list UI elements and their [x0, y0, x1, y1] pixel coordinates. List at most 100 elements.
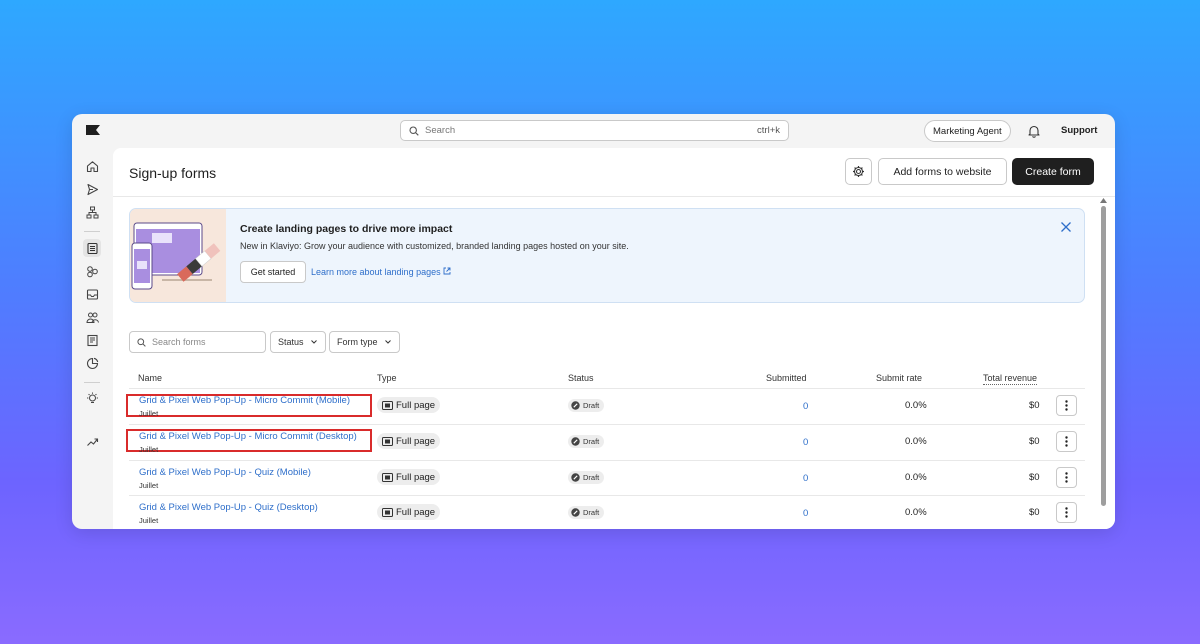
status-label: Draft	[583, 473, 600, 482]
draft-icon	[571, 401, 580, 410]
form-subtext: Juillet	[139, 445, 159, 454]
ideas-icon[interactable]	[83, 389, 101, 407]
table-row[interactable]: Grid & Pixel Web Pop-Up - Quiz (Mobile) …	[113, 460, 1115, 496]
learn-more-label: Learn more about landing pages	[311, 267, 441, 277]
scroll-up-arrow-icon[interactable]	[1100, 198, 1107, 203]
learn-more-link[interactable]: Learn more about landing pages	[311, 267, 451, 277]
full-page-icon	[382, 507, 393, 517]
forms-icon[interactable]	[83, 239, 101, 257]
banner-subtitle: New in Klaviyo: Grow your audience with …	[240, 241, 629, 251]
row-actions-button[interactable]	[1056, 467, 1077, 488]
form-subtext: Juillet	[139, 516, 159, 525]
analytics-icon[interactable]	[83, 354, 101, 372]
search-placeholder: Search	[425, 125, 456, 136]
total-revenue-value: $0	[1029, 472, 1040, 483]
search-shortcut: ctrl+k	[757, 125, 780, 136]
submit-rate-value: 0.0%	[905, 507, 927, 518]
status-badge: Draft	[568, 399, 605, 412]
search-icon	[137, 337, 146, 347]
sidebar-divider	[84, 231, 100, 232]
form-subtext: Juillet	[139, 481, 159, 490]
add-forms-to-website-button[interactable]: Add forms to website	[878, 158, 1007, 185]
create-form-button[interactable]: Create form	[1012, 158, 1094, 185]
send-icon[interactable]	[83, 180, 101, 198]
total-revenue-value: $0	[1029, 400, 1040, 411]
inbox-icon[interactable]	[83, 285, 101, 303]
form-name-link[interactable]: Grid & Pixel Web Pop-Up - Micro Commit (…	[139, 431, 357, 442]
status-badge: Draft	[568, 435, 605, 448]
form-name-link[interactable]: Grid & Pixel Web Pop-Up - Quiz (Desktop)	[139, 502, 318, 513]
more-vertical-icon	[1065, 436, 1068, 447]
full-page-icon	[382, 436, 393, 446]
row-actions-button[interactable]	[1056, 395, 1077, 416]
status-badge: Draft	[568, 506, 605, 519]
column-header-submit-rate[interactable]: Submit rate	[876, 373, 922, 383]
vertical-scrollbar[interactable]	[1101, 206, 1106, 506]
banner-title: Create landing pages to drive more impac…	[240, 223, 453, 235]
form-type-filter-dropdown[interactable]: Form type	[329, 331, 400, 353]
more-vertical-icon	[1065, 472, 1068, 483]
trend-icon[interactable]	[83, 432, 101, 450]
column-header-name[interactable]: Name	[138, 373, 162, 383]
form-subtext: Juillet	[139, 409, 159, 418]
sidebar	[72, 148, 112, 529]
home-icon[interactable]	[83, 157, 101, 175]
submitted-count[interactable]: 0	[803, 401, 808, 412]
column-header-type: Type	[377, 373, 397, 383]
search-forms-input[interactable]: Search forms	[129, 331, 266, 353]
flow-icon[interactable]	[83, 203, 101, 221]
row-actions-button[interactable]	[1056, 431, 1077, 452]
global-search-input[interactable]: Search ctrl+k	[400, 120, 789, 141]
support-link[interactable]: Support	[1061, 125, 1097, 136]
submitted-count[interactable]: 0	[803, 437, 808, 448]
full-page-icon	[382, 472, 393, 482]
table-row[interactable]: Grid & Pixel Web Pop-Up - Micro Commit (…	[113, 424, 1115, 460]
get-started-button[interactable]: Get started	[240, 261, 306, 283]
marketing-agent-button[interactable]: Marketing Agent	[924, 120, 1011, 142]
status-filter-label: Status	[278, 337, 304, 347]
draft-icon	[571, 473, 580, 482]
total-revenue-value: $0	[1029, 507, 1040, 518]
close-icon[interactable]	[1060, 221, 1072, 233]
total-revenue-value: $0	[1029, 436, 1040, 447]
settings-button[interactable]	[845, 158, 872, 185]
status-badge: Draft	[568, 471, 605, 484]
more-vertical-icon	[1065, 507, 1068, 518]
form-type-label: Full page	[396, 506, 436, 518]
status-label: Draft	[583, 437, 600, 446]
submitted-count[interactable]: 0	[803, 508, 808, 519]
submit-rate-value: 0.0%	[905, 436, 927, 447]
search-forms-placeholder: Search forms	[152, 337, 206, 347]
form-type-filter-label: Form type	[337, 337, 378, 347]
landing-page-illustration	[130, 209, 226, 302]
column-header-submitted[interactable]: Submitted	[766, 373, 807, 383]
notification-bell-icon[interactable]	[1027, 124, 1041, 138]
app-window: Search ctrl+k Marketing Agent Support Si…	[72, 114, 1115, 529]
main-panel: Sign-up forms Add forms to website Creat…	[113, 148, 1115, 529]
top-bar: Search ctrl+k Marketing Agent Support	[72, 114, 1115, 148]
form-type-badge: Full page	[377, 433, 441, 449]
status-label: Draft	[583, 508, 600, 517]
form-name-link[interactable]: Grid & Pixel Web Pop-Up - Micro Commit (…	[139, 395, 350, 406]
segments-icon[interactable]	[83, 262, 101, 280]
chevron-down-icon	[310, 340, 317, 344]
klaviyo-logo-icon[interactable]	[86, 125, 100, 135]
table-row[interactable]: Grid & Pixel Web Pop-Up - Quiz (Desktop)…	[113, 495, 1115, 529]
form-type-label: Full page	[396, 435, 436, 447]
content-icon[interactable]	[83, 331, 101, 349]
submit-rate-value: 0.0%	[905, 400, 927, 411]
form-type-badge: Full page	[377, 504, 441, 520]
form-name-link[interactable]: Grid & Pixel Web Pop-Up - Quiz (Mobile)	[139, 467, 311, 478]
audience-icon[interactable]	[83, 308, 101, 326]
submitted-count[interactable]: 0	[803, 473, 808, 484]
status-filter-dropdown[interactable]: Status	[270, 331, 326, 353]
sidebar-divider	[84, 382, 100, 383]
status-label: Draft	[583, 401, 600, 410]
form-type-label: Full page	[396, 399, 436, 411]
page-title: Sign-up forms	[129, 165, 217, 181]
form-type-badge: Full page	[377, 469, 441, 485]
table-row[interactable]: Grid & Pixel Web Pop-Up - Micro Commit (…	[113, 388, 1115, 424]
row-actions-button[interactable]	[1056, 502, 1077, 523]
landing-pages-banner: Create landing pages to drive more impac…	[129, 208, 1085, 303]
column-header-total-revenue[interactable]: Total revenue	[983, 373, 1038, 385]
